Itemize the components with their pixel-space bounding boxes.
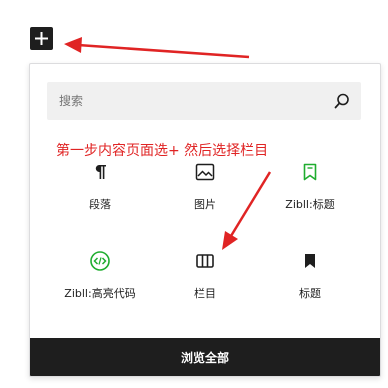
- browse-all-button[interactable]: 浏览全部: [30, 338, 380, 376]
- block-paragraph[interactable]: 段落: [45, 160, 155, 224]
- annotation-text: 第一步内容页面选+ 然后选择栏目: [56, 143, 269, 159]
- code-icon: [88, 249, 112, 273]
- block-label: 标题: [299, 287, 321, 300]
- block-label: 图片: [194, 198, 216, 211]
- block-label: 段落: [89, 198, 111, 211]
- paragraph-icon: [88, 160, 112, 184]
- search-input[interactable]: [47, 82, 317, 120]
- bookmark-icon: [298, 249, 322, 273]
- search-icon[interactable]: [333, 92, 351, 110]
- block-label: Zibll:标题: [285, 198, 335, 211]
- image-icon: [193, 160, 217, 184]
- block-columns[interactable]: 栏目: [150, 249, 260, 313]
- plus-icon: [35, 32, 48, 45]
- block-heading[interactable]: 标题: [255, 249, 365, 313]
- block-zibll-code[interactable]: Zibll:高亮代码: [45, 249, 155, 313]
- bookmark-outline-icon: [298, 160, 322, 184]
- block-label: 栏目: [194, 287, 216, 300]
- add-block-button[interactable]: [30, 27, 53, 50]
- block-label: Zibll:高亮代码: [64, 287, 136, 300]
- search-box: [47, 82, 361, 120]
- block-image[interactable]: 图片: [150, 160, 260, 224]
- columns-icon: [193, 249, 217, 273]
- block-inserter-popover: 第一步内容页面选+ 然后选择栏目 段落 图片 Zibll:标题: [29, 63, 381, 377]
- block-zibll-title[interactable]: Zibll:标题: [255, 160, 365, 224]
